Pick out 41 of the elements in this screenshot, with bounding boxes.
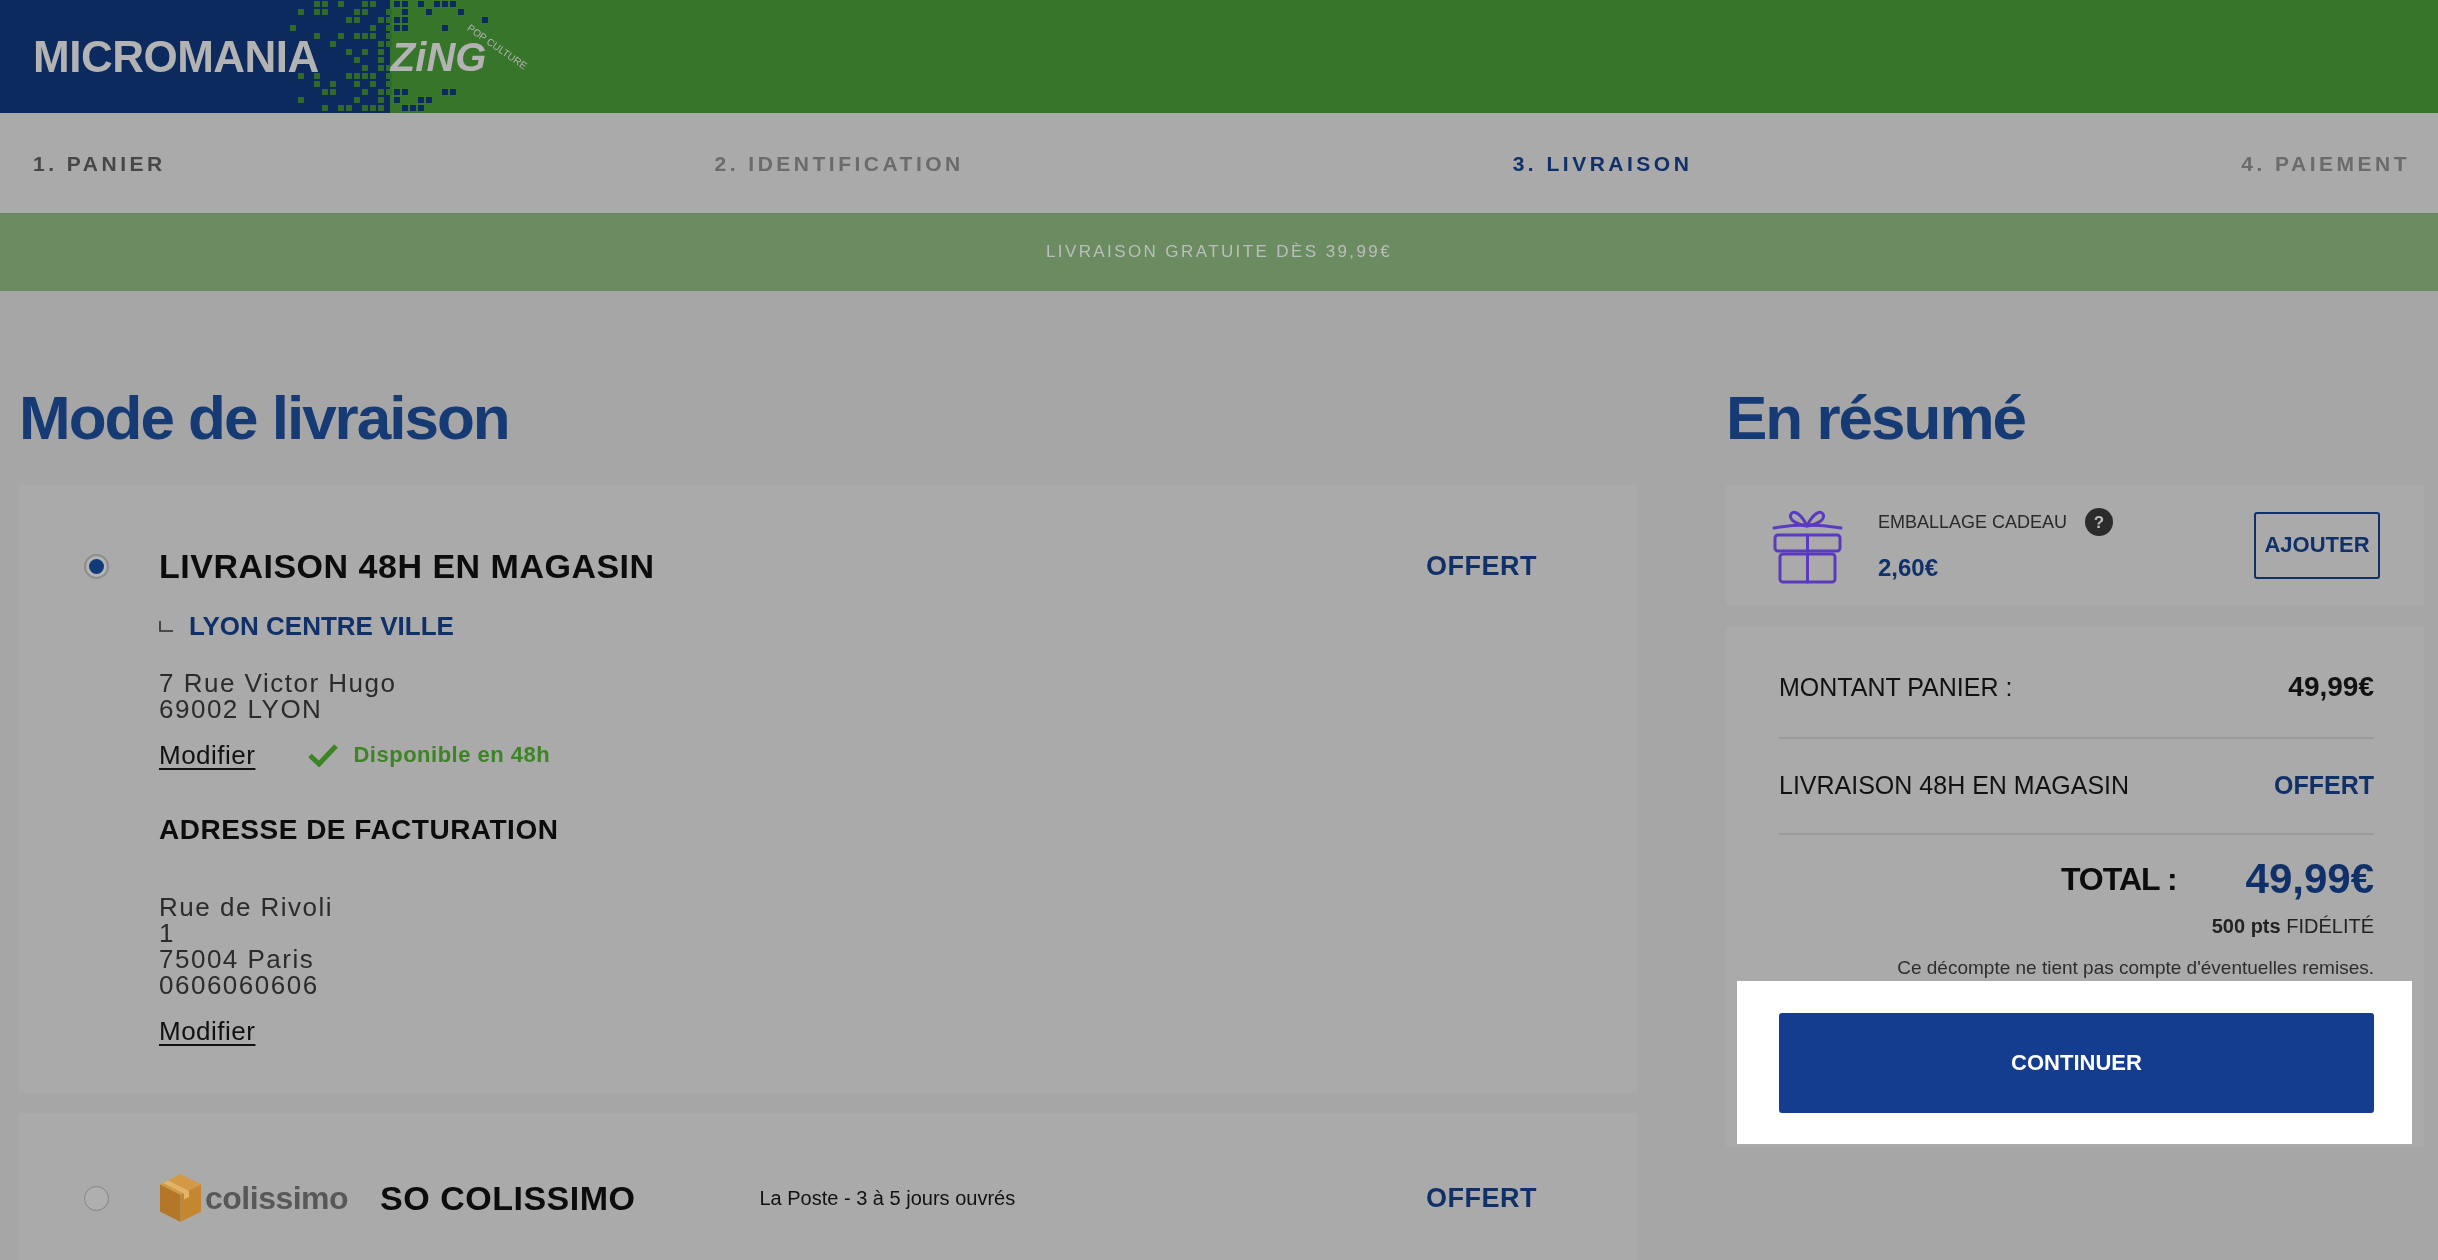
availability-text: Disponible en 48h — [353, 741, 551, 769]
address-line: 0606060606 — [159, 972, 319, 998]
address-line: 75004 Paris — [159, 946, 315, 972]
checkout-step[interactable]: 1. PANIER — [33, 152, 166, 174]
modify-link[interactable]: Modifier — [159, 741, 256, 769]
radio-button[interactable] — [84, 553, 109, 579]
free-shipping-text: LIVRAISON GRATUITE DÈS 39,99€ — [1045, 242, 1393, 262]
carrier-logo-text: colissimo — [205, 1182, 349, 1214]
address-line: Rue de Rivoli — [159, 894, 334, 920]
option-price: OFFERT — [1426, 552, 1537, 580]
option-title: SO COLISSIMO — [380, 1178, 636, 1219]
address-line: 69002 LYON — [159, 696, 323, 722]
section-title: Mode de livraison — [19, 387, 510, 449]
summary-value: 49,99€ — [2288, 671, 2374, 703]
help-icon[interactable]: ? — [2085, 508, 2114, 536]
section-title: En résumé — [1726, 387, 2027, 449]
check-icon — [308, 743, 339, 767]
address-line: 7 Rue Victor Hugo — [159, 670, 397, 696]
address-line: 1 — [159, 920, 175, 946]
summary-value: OFFERT — [2274, 770, 2374, 800]
add-button[interactable]: AJOUTER — [2254, 511, 2380, 579]
summary-label: LIVRAISON 48H EN MAGASIN — [1779, 770, 2130, 801]
disclaimer-text: Ce décompte ne tient pas compte d'éventuelles remises. — [1897, 956, 2374, 980]
store-name: LYON CENTRE VILLE — [189, 611, 454, 641]
gift-wrap-price: 2,60€ — [1878, 554, 1940, 582]
summary-label: MONTANT PANIER : — [1779, 672, 2013, 703]
gift-wrap-label: EMBALLAGE CADEAU — [1878, 513, 2068, 531]
corner-icon — [159, 620, 173, 632]
total-label: TOTAL : — [2060, 860, 2177, 899]
option-title: LIVRAISON 48H EN MAGASIN — [159, 546, 655, 587]
modify-link[interactable]: Modifier — [159, 1017, 256, 1045]
checkout-step[interactable]: 3. LIVRAISON — [1512, 152, 1693, 174]
option-price: OFFERT — [1426, 1184, 1537, 1212]
option-description: La Poste - 3 à 5 jours ouvrés — [759, 1188, 1016, 1208]
continue-button[interactable]: CONTINUER — [1779, 1013, 2374, 1113]
total-value: 49,99€ — [2245, 854, 2374, 904]
loyalty-points: 500 pts FIDÉLITÉ — [2211, 914, 2374, 939]
parcel-icon — [159, 1173, 202, 1223]
radio-button[interactable] — [84, 1185, 109, 1211]
billing-title: ADRESSE DE FACTURATION — [159, 813, 559, 847]
brand-logo[interactable]: MICROMANIA — [33, 34, 319, 79]
